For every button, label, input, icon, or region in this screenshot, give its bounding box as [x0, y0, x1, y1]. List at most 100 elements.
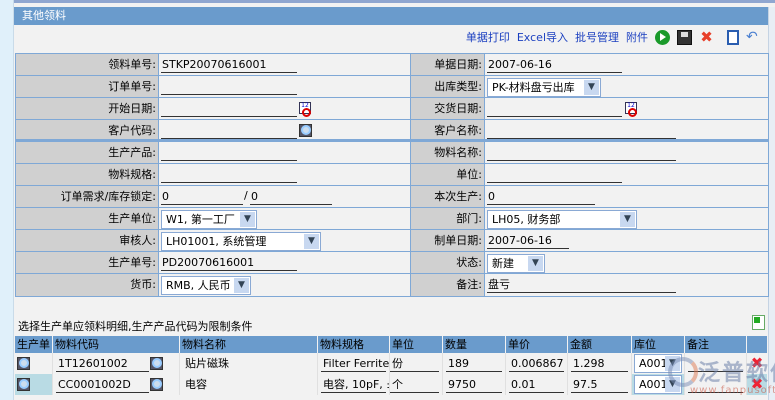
lock-field[interactable]: 0 — [250, 189, 332, 205]
dept-select[interactable]: LH05, 财务部 ▼ — [487, 210, 637, 229]
col-spec: 物料规格 — [318, 336, 390, 353]
print-link[interactable]: 单据打印 — [466, 29, 510, 45]
start-date-field[interactable] — [161, 101, 297, 117]
doc-date-label: 单据日期: — [411, 54, 485, 75]
made-date-field[interactable]: 2007-06-16 — [487, 233, 569, 249]
customer-name-label: 客户名称: — [411, 120, 485, 139]
spec-field[interactable] — [161, 167, 297, 183]
col-material-name: 物料名称 — [180, 336, 318, 353]
col-unit: 单位 — [390, 336, 443, 353]
prod-no-label: 生产单号: — [16, 252, 159, 273]
unit-cell[interactable]: 份 — [390, 356, 439, 372]
demand-field[interactable]: 0 — [161, 189, 243, 205]
play-icon[interactable] — [655, 29, 670, 45]
chevron-down-icon[interactable]: ▼ — [304, 234, 319, 249]
order-no-field[interactable] — [161, 79, 297, 95]
search-icon[interactable] — [150, 357, 163, 370]
chevron-down-icon[interactable]: ▼ — [240, 212, 255, 227]
delete-row-icon[interactable]: ✖ — [750, 356, 764, 371]
qty-cell[interactable]: 9750 — [446, 377, 502, 393]
amount-cell[interactable]: 97.5 — [571, 377, 628, 393]
start-date-label: 开始日期: — [16, 98, 159, 119]
out-type-value: PK-材料盘亏出库 — [492, 81, 575, 94]
col-amount: 金额 — [568, 336, 632, 353]
delivery-date-field[interactable] — [487, 101, 622, 117]
detail-caption: 选择生产单应领料明细,生产产品代码为限制条件 — [18, 320, 253, 333]
page-title: 其他领料 — [14, 7, 768, 25]
header-form: 领料单号: STKP20070616001 单据日期: 2007-06-16 订… — [15, 53, 769, 297]
customer-name-field[interactable] — [487, 123, 676, 139]
status-label: 状态: — [411, 252, 485, 273]
attachment-link[interactable]: 附件 — [626, 29, 648, 45]
this-prod-label: 本次生产: — [411, 186, 485, 207]
made-date-label: 制单日期: — [411, 230, 485, 251]
undo-icon[interactable]: ↶ — [746, 29, 761, 45]
material-code-cell[interactable]: 1T12601002 — [56, 356, 149, 372]
location-select[interactable]: A001 ▼ — [634, 354, 682, 373]
unit-field[interactable] — [487, 167, 622, 183]
currency-label: 货币: — [16, 274, 159, 296]
dept-value: LH05, 财务部 — [492, 213, 561, 226]
new-folder-icon[interactable] — [727, 29, 739, 45]
left-panel-strip — [0, 0, 14, 400]
remark-field[interactable]: 盘亏 — [487, 277, 676, 293]
unit-cell[interactable]: 个 — [390, 377, 439, 393]
status-select[interactable]: 新建 ▼ — [487, 254, 545, 273]
customer-code-label: 客户代码: — [16, 120, 159, 139]
out-type-label: 出库类型: — [411, 76, 485, 97]
chevron-down-icon[interactable]: ▼ — [665, 356, 680, 371]
spec-cell[interactable]: Filter Ferrite b — [321, 356, 389, 372]
location-value: A001 — [639, 357, 668, 370]
delete-icon[interactable]: ✖ — [699, 29, 714, 45]
material-name-field[interactable] — [487, 145, 676, 161]
prod-unit-value: W1, 第一工厂 — [166, 213, 235, 226]
customer-code-field[interactable] — [161, 123, 297, 139]
material-name-cell: 贴片磁珠 — [185, 357, 229, 370]
product-label: 生产产品: — [16, 142, 159, 163]
chevron-down-icon[interactable]: ▼ — [584, 80, 599, 95]
chevron-down-icon[interactable]: ▼ — [528, 256, 543, 271]
product-field[interactable] — [161, 145, 297, 161]
doc-no-field[interactable]: STKP20070616001 — [161, 57, 297, 73]
excel-import-link[interactable]: Excel导入 — [517, 29, 568, 45]
export-icon[interactable] — [752, 315, 765, 330]
vertical-scrollbar[interactable] — [768, 7, 775, 400]
search-icon[interactable] — [299, 124, 312, 137]
save-icon[interactable] — [677, 29, 692, 45]
calendar-icon[interactable]: 12 — [625, 102, 637, 117]
out-type-select[interactable]: PK-材料盘亏出库 ▼ — [487, 78, 601, 97]
reviewer-select[interactable]: LH01001, 系统管理 ▼ — [161, 232, 321, 251]
batch-manage-link[interactable]: 批号管理 — [575, 29, 619, 45]
search-icon[interactable] — [17, 357, 30, 370]
chevron-down-icon[interactable]: ▼ — [620, 212, 635, 227]
amount-cell[interactable]: 1.298 — [571, 356, 628, 372]
lock-separator: / — [244, 189, 248, 202]
remark-cell[interactable] — [688, 356, 743, 372]
location-select[interactable]: A001 ▼ — [634, 375, 682, 394]
status-value: 新建 — [492, 257, 514, 270]
search-icon[interactable] — [150, 378, 163, 391]
this-prod-field[interactable]: 0 — [487, 189, 595, 205]
chevron-down-icon[interactable]: ▼ — [665, 377, 680, 392]
search-icon[interactable] — [17, 378, 30, 391]
reviewer-label: 审核人: — [16, 230, 159, 251]
chevron-down-icon[interactable]: ▼ — [234, 278, 249, 293]
remark-cell[interactable] — [688, 377, 743, 393]
table-header: 生产单 物料代码 物料名称 物料规格 单位 数量 单价 金额 库位 备注 — [15, 336, 767, 353]
calendar-icon[interactable]: 12 — [299, 102, 311, 117]
prod-unit-select[interactable]: W1, 第一工厂 ▼ — [161, 210, 257, 229]
currency-select[interactable]: RMB, 人民币 ▼ — [161, 276, 251, 295]
prod-no-field[interactable]: PD20070616001 — [161, 255, 297, 271]
material-name-cell: 电容 — [185, 378, 207, 391]
toolbar: 单据打印 Excel导入 批号管理 附件 ✖ ↶ — [466, 28, 761, 46]
delivery-date-label: 交货日期: — [411, 98, 485, 119]
doc-date-field[interactable]: 2007-06-16 — [487, 57, 622, 73]
price-cell[interactable]: 0.01 — [509, 377, 564, 393]
doc-no-label: 领料单号: — [16, 54, 159, 75]
col-qty: 数量 — [443, 336, 506, 353]
delete-row-icon[interactable]: ✖ — [750, 377, 764, 392]
qty-cell[interactable]: 189 — [446, 356, 502, 372]
material-code-cell[interactable]: CC0001002D — [56, 377, 149, 393]
price-cell[interactable]: 0.006867 — [509, 356, 564, 372]
spec-cell[interactable]: 电容, 10pF, ± — [321, 377, 389, 393]
